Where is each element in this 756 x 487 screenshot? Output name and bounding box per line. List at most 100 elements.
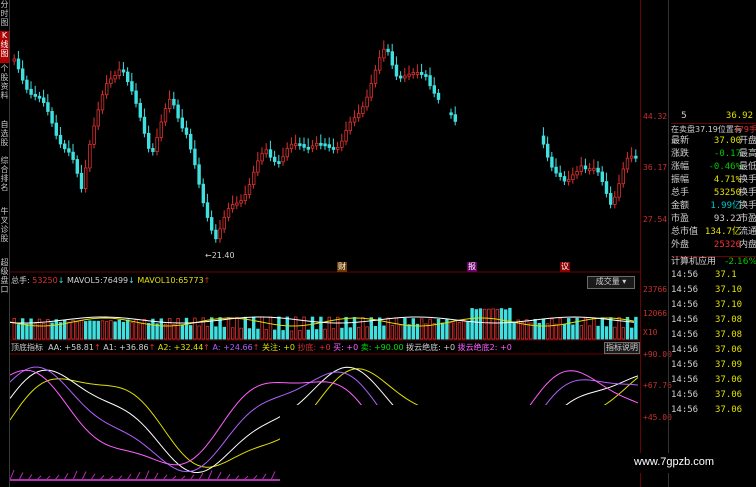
candle-body xyxy=(592,167,596,171)
event-marker-meeting[interactable]: 议 xyxy=(560,262,570,272)
volume-indicator-dropdown[interactable]: 成交量 ▾ xyxy=(587,276,635,289)
volume-bar xyxy=(218,317,222,340)
industry-name: 计算机应用 xyxy=(671,257,717,267)
indicator-help-button[interactable]: 指标说明 xyxy=(604,342,640,354)
candle-body xyxy=(340,140,344,148)
watermark-mask xyxy=(280,405,640,485)
candle-body xyxy=(314,142,319,147)
tab-watchlist[interactable]: 自选股 xyxy=(0,120,9,155)
candle-body xyxy=(575,171,579,176)
vol-axis-2: 12066 xyxy=(643,309,668,318)
volume-bar xyxy=(256,328,260,340)
indicator-spike xyxy=(198,472,204,481)
volume-bar xyxy=(470,308,474,340)
candle-body xyxy=(205,202,210,218)
volume-bar xyxy=(167,318,172,340)
volume-bar xyxy=(453,319,457,340)
candle-body xyxy=(344,130,348,142)
volume-bar xyxy=(155,323,159,340)
volume-bar xyxy=(419,318,424,340)
volume-bar xyxy=(541,318,546,340)
candle-body xyxy=(163,108,168,123)
tick-row: 14:56 37.06 xyxy=(671,343,756,358)
price-axis: 44.32 36.17 27.54 23766 12066 X10 +90.00… xyxy=(640,0,672,487)
indicator-legend: 顶底指标 AA: +58.81↑ A1: +36.86↑ A2: +32.44↑… xyxy=(11,343,512,352)
volume-bar xyxy=(394,317,399,340)
candle-body xyxy=(42,97,46,104)
quote-row-side-label: 开盘 xyxy=(738,136,756,146)
tab-ranking[interactable]: 综合排名 xyxy=(0,156,9,206)
quote-row-value: 37.00 xyxy=(713,136,741,146)
volume-bar xyxy=(151,318,155,340)
tab-stock-info[interactable]: 个股资料 xyxy=(0,64,9,119)
candle-body xyxy=(630,155,634,159)
candle-body xyxy=(146,132,151,149)
indicator-spike xyxy=(72,470,78,481)
volume-bar xyxy=(386,317,390,340)
axis-label-mid: 36.17 xyxy=(643,163,668,172)
volume-title: 总手 xyxy=(11,276,27,285)
candle-body xyxy=(63,143,67,150)
indicator-cloud1: 拨云绝底: +0 xyxy=(406,343,456,352)
quote-row-label: 最新 xyxy=(671,136,690,146)
axis-label-top: 44.32 xyxy=(643,112,668,121)
indicator-spike xyxy=(153,472,159,481)
volume-bar xyxy=(235,316,239,340)
candle-body xyxy=(541,135,546,145)
volume-bar xyxy=(579,324,583,340)
candle-body xyxy=(79,172,84,189)
tab-timeshare[interactable]: 分时图 xyxy=(0,0,9,30)
candle-body xyxy=(323,143,327,147)
candle-body xyxy=(117,69,121,76)
volume-bar xyxy=(298,330,302,340)
quote-row: 总市值 134.7亿 流通 xyxy=(671,227,756,238)
tab-kline[interactable]: K线图 xyxy=(0,31,9,63)
candle-body xyxy=(268,149,273,158)
mavol5-label: MAVOL5: xyxy=(66,276,103,285)
quote-row-value: 1.99亿 xyxy=(710,201,741,211)
volume-bar xyxy=(260,316,264,340)
candle-body xyxy=(113,75,117,80)
volume-bar xyxy=(197,325,201,340)
tick-time: 14:56 xyxy=(671,270,699,280)
candle-body xyxy=(16,58,21,70)
kline-chart-area[interactable] xyxy=(10,0,640,487)
quote-row-value: 53250 xyxy=(713,188,741,198)
event-marker-news[interactable]: 报 xyxy=(467,262,477,272)
quote-row-side-label: 换手 xyxy=(738,188,756,198)
candle-body xyxy=(407,73,411,77)
event-marker-report[interactable]: 财 xyxy=(337,262,347,272)
volume-bar xyxy=(121,321,126,340)
candle-body xyxy=(92,125,96,145)
volume-bar xyxy=(310,316,315,340)
tab-diagnose[interactable]: 牛叉诊股 xyxy=(0,207,9,257)
tab-super-panel[interactable]: 超级盘口 xyxy=(0,258,9,303)
indicator-a1: A1: +36.86 xyxy=(103,343,149,352)
candlestick-series xyxy=(12,40,638,243)
volume-bar xyxy=(596,325,600,340)
candle-body xyxy=(348,121,352,131)
quote-row-side-label: 内盘 xyxy=(738,240,756,250)
volume-bar xyxy=(84,321,88,340)
volume-bar xyxy=(188,325,193,340)
volume-bar xyxy=(247,328,252,340)
tick-row: 14:56 37.06 xyxy=(671,403,756,418)
volume-bar xyxy=(29,318,33,340)
volume-bar xyxy=(583,317,588,340)
volume-bar xyxy=(142,318,147,340)
volume-bar xyxy=(319,316,323,340)
volume-bar xyxy=(293,316,298,340)
quote-row-value: -0.17 xyxy=(713,149,741,159)
candle-body xyxy=(579,165,583,172)
volume-bar xyxy=(520,322,525,340)
candle-body xyxy=(50,111,54,124)
volume-bar xyxy=(609,317,613,340)
industry-row[interactable]: 计算机应用 -2.16% xyxy=(671,256,756,268)
quote-row-label: 振幅 xyxy=(671,175,690,185)
volume-bar xyxy=(356,326,361,340)
volume-bar xyxy=(554,323,558,340)
candle-body xyxy=(625,157,630,170)
tick-row: 14:56 37.1 xyxy=(671,268,756,283)
level-5-row[interactable]: 5 36.92 xyxy=(671,111,756,122)
volume-bar xyxy=(243,316,247,340)
